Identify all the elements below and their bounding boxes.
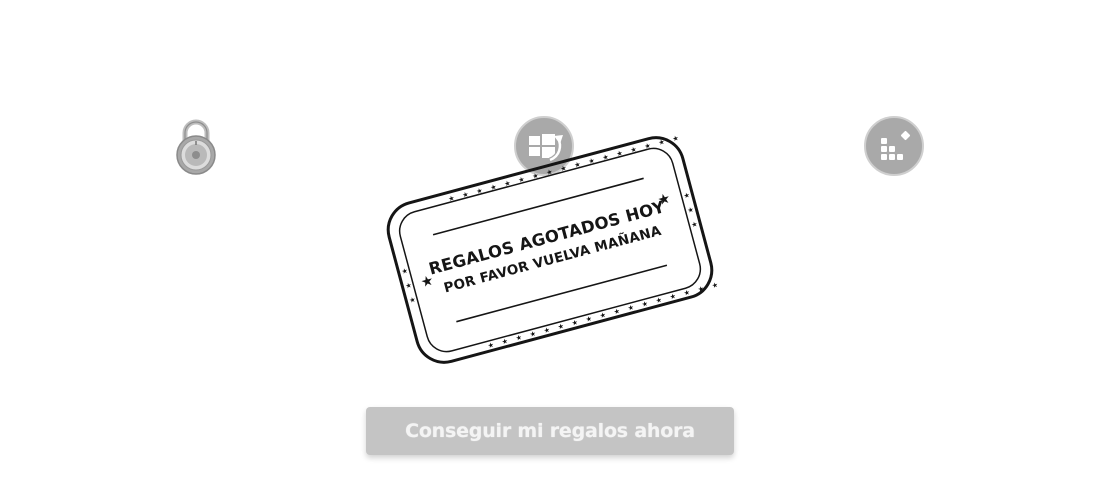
blocks-icon [864, 116, 924, 176]
sold-out-stamp: ★ ★ ★ ★ ★ ★ ★ ★ ★ ★ ★ ★ ★ ★ ★ ★ ★ ★ ★ ★ … [378, 128, 722, 372]
svg-text:★ ★ ★ ★ ★ ★ ★ ★ ★ ★ ★ ★ ★ ★ ★: ★ ★ ★ ★ ★ ★ ★ ★ ★ ★ ★ ★ ★ ★ ★ ★ ★ [487, 280, 722, 350]
get-gifts-button[interactable]: Conseguir mi regalos ahora [366, 407, 734, 455]
lock-icon [166, 116, 226, 176]
